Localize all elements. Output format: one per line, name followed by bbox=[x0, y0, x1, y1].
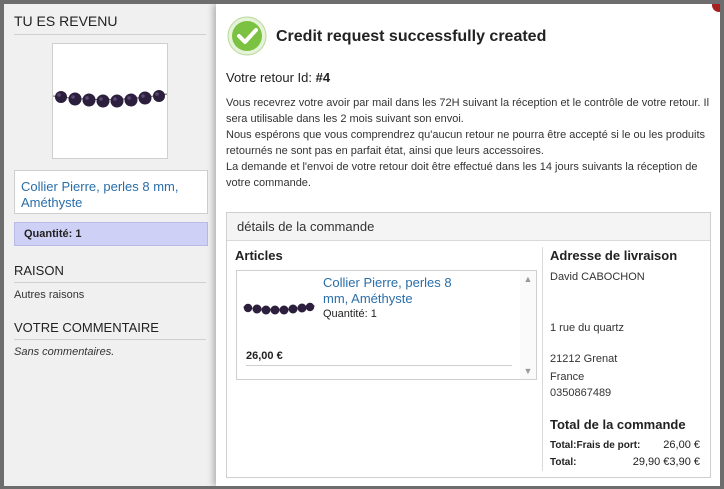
total-label: Total:Frais de port: bbox=[550, 440, 641, 451]
credit-request-modal: Credit request successfully created Votr… bbox=[216, 4, 720, 486]
order-details-panel: détails de la commande Articles Collier … bbox=[226, 212, 711, 478]
address-line: 1 rue du quartz bbox=[550, 322, 624, 334]
reason-heading: RAISON bbox=[14, 263, 64, 278]
return-id-label: Votre retour Id: bbox=[226, 70, 316, 85]
order-details-title: détails de la commande bbox=[237, 219, 375, 234]
delivery-address-heading: Adresse de livraison bbox=[550, 248, 678, 263]
article-thumbnail bbox=[243, 302, 315, 315]
close-button[interactable] bbox=[712, 4, 720, 12]
return-id-line: Votre retour Id: #4 bbox=[226, 70, 330, 85]
order-details-header: détails de la commande bbox=[227, 213, 710, 241]
product-thumbnail bbox=[52, 43, 168, 159]
divider bbox=[246, 365, 512, 366]
order-total-heading: Total de la commande bbox=[550, 417, 686, 432]
article-name-link[interactable]: Collier Pierre, perles 8 mm, Améthyste bbox=[323, 275, 473, 307]
articles-scrollbar[interactable]: ▲ ▼ bbox=[520, 271, 536, 379]
sidebar-title: TU ES REVENU bbox=[14, 13, 118, 29]
check-circle-icon bbox=[227, 16, 267, 56]
instruction-paragraph: Nous espérons que vous comprendrez qu'au… bbox=[226, 129, 706, 157]
articles-heading: Articles bbox=[235, 248, 283, 263]
triangle-down-icon[interactable]: ▼ bbox=[523, 366, 533, 376]
instruction-paragraph: La demande et l'envoi de votre retour do… bbox=[226, 161, 698, 189]
address-line: 0350867489 bbox=[550, 387, 612, 399]
sidebar-product-link[interactable]: Collier Pierre, perles 8 mm, Améthyste bbox=[21, 179, 207, 211]
articles-list[interactable]: Collier Pierre, perles 8 mm, Améthyste Q… bbox=[236, 270, 537, 380]
divider bbox=[14, 34, 206, 35]
sidebar-quantity: Quantité: 1 bbox=[24, 228, 82, 240]
total-label: Total: bbox=[550, 457, 577, 468]
sidebar-quantity-bar: Quantité: 1 bbox=[14, 222, 208, 246]
amethyst-necklace-image bbox=[52, 90, 168, 108]
address-line: 21212 Grenat bbox=[550, 353, 618, 365]
instruction-paragraph: Vous recevrez votre avoir par mail dans … bbox=[226, 97, 710, 125]
column-divider bbox=[542, 247, 543, 471]
address-line: David CABOCHON bbox=[550, 271, 645, 283]
address-line: France bbox=[550, 371, 585, 383]
sidebar-product-name-box: Collier Pierre, perles 8 mm, Améthyste bbox=[14, 170, 208, 214]
comment-heading: VOTRE COMMENTAIRE bbox=[14, 320, 159, 335]
return-id-value: #4 bbox=[315, 70, 331, 85]
article-price: 26,00 € bbox=[246, 350, 283, 362]
return-summary-sidebar: TU ES REVENU Collier Pierre, perles 8 mm… bbox=[4, 4, 216, 486]
comment-text: Sans commentaires. bbox=[14, 346, 115, 358]
triangle-up-icon[interactable]: ▲ bbox=[523, 274, 533, 284]
modal-title: Credit request successfully created bbox=[276, 28, 547, 45]
total-value: 29,90 €3,90 € bbox=[632, 456, 700, 468]
reason-text: Autres raisons bbox=[14, 289, 85, 301]
article-quantity: Quantité: 1 bbox=[323, 308, 377, 320]
total-value: 26,00 € bbox=[663, 439, 700, 451]
return-instructions: Vous recevrez votre avoir par mail dans … bbox=[226, 95, 712, 191]
divider bbox=[14, 282, 206, 283]
divider bbox=[14, 339, 206, 340]
page-frame: TU ES REVENU Collier Pierre, perles 8 mm… bbox=[4, 4, 720, 486]
